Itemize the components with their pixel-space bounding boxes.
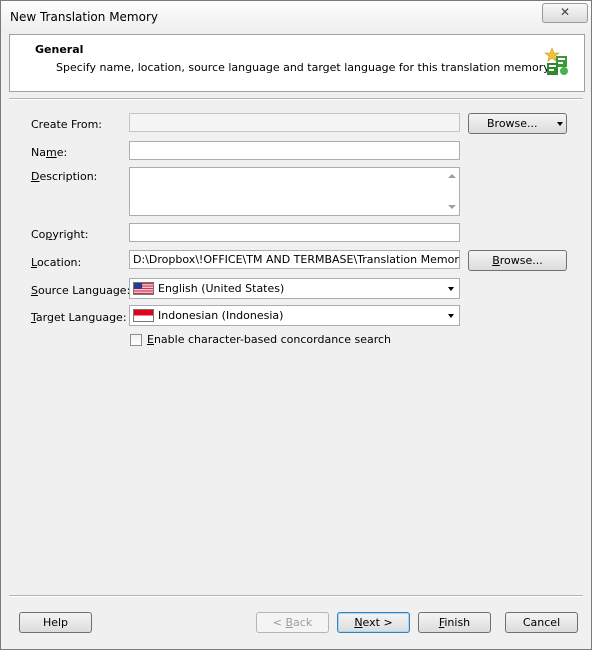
translation-memory-wizard-icon — [544, 47, 568, 75]
close-icon: ✕ — [559, 5, 571, 19]
create-from-field — [129, 113, 460, 132]
create-from-label: Create From: — [31, 118, 103, 131]
source-language-select[interactable]: English (United States) — [129, 278, 460, 299]
copyright-label: Copyright: — [31, 228, 89, 241]
scroll-down-icon — [448, 205, 456, 209]
name-label: Name: — [31, 146, 68, 159]
target-language-value: Indonesian (Indonesia) — [158, 309, 284, 322]
concordance-label[interactable]: Enable character-based concordance searc… — [147, 333, 391, 346]
target-language-label: Target Language: — [31, 311, 127, 324]
title-bar: New Translation Memory ✕ — [1, 1, 591, 33]
chevron-down-icon — [448, 314, 454, 318]
window-title: New Translation Memory — [10, 10, 158, 24]
next-button[interactable]: Next > — [337, 612, 410, 633]
us-flag-icon — [133, 282, 154, 295]
source-language-label: Source Language: — [31, 284, 131, 297]
target-language-select[interactable]: Indonesian (Indonesia) — [129, 305, 460, 326]
footer-separator — [9, 595, 583, 597]
scroll-up-icon — [448, 174, 456, 178]
copyright-input[interactable] — [129, 223, 460, 242]
location-label: Location: — [31, 256, 82, 269]
description-scrollbar[interactable] — [444, 168, 459, 215]
page-description: Specify name, location, source language … — [56, 61, 552, 74]
close-button[interactable]: ✕ — [542, 3, 588, 23]
concordance-checkbox[interactable] — [130, 334, 142, 346]
help-button[interactable]: Help — [19, 612, 92, 633]
new-translation-memory-dialog: New Translation Memory ✕ General Specify… — [0, 0, 592, 650]
description-textarea[interactable] — [129, 167, 460, 216]
chevron-down-icon — [448, 287, 454, 291]
page-title: General — [35, 43, 84, 56]
location-input[interactable]: D:\Dropbox\!OFFICE\TM AND TERMBASE\Trans… — [129, 250, 460, 269]
cancel-button[interactable]: Cancel — [505, 612, 578, 633]
name-input[interactable] — [129, 141, 460, 160]
finish-button[interactable]: Finish — [418, 612, 491, 633]
browse-button-label: Browse... — [487, 117, 538, 130]
wizard-header: General Specify name, location, source l… — [9, 34, 585, 92]
back-button[interactable]: < Back — [256, 612, 329, 633]
location-browse-button[interactable]: Browse... — [468, 250, 567, 271]
dropdown-arrow-icon — [557, 122, 563, 126]
description-label: Description: — [31, 170, 98, 183]
create-from-browse-button[interactable]: Browse... — [468, 113, 567, 134]
indonesia-flag-icon — [133, 309, 154, 322]
header-separator — [9, 98, 583, 100]
source-language-value: English (United States) — [158, 282, 285, 295]
